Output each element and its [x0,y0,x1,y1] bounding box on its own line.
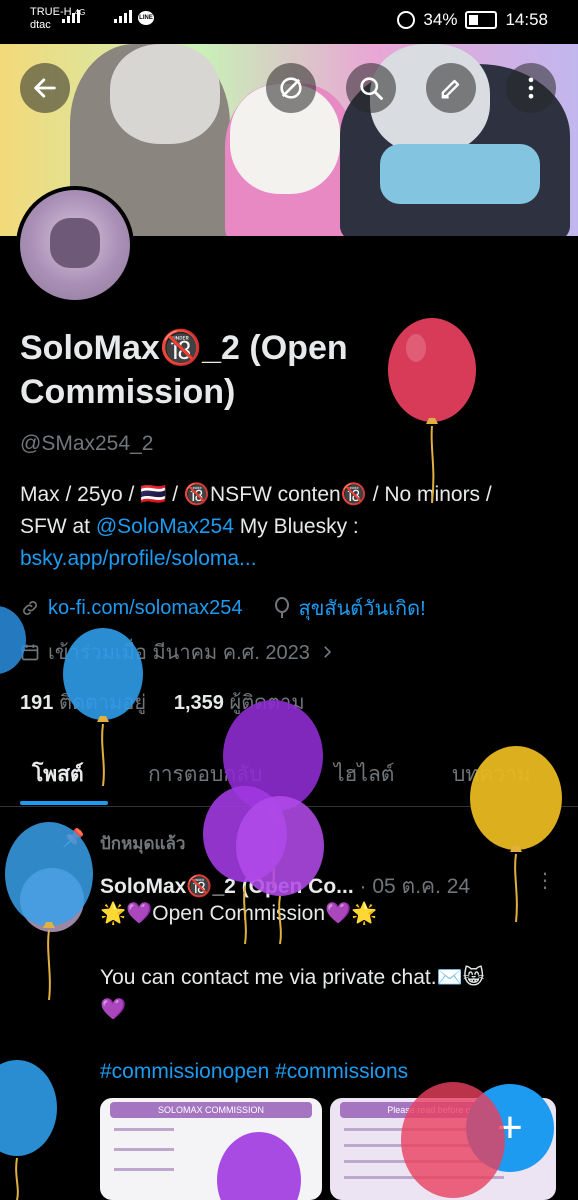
birthday-text[interactable]: สุขสันต์วันเกิด! [299,592,426,624]
username-handle: @SMax254_2 [20,432,154,455]
clock: 14:58 [505,10,548,29]
profile-meta-links: ko-fi.com/solomax254 สุขสันต์วันเกิด! [20,592,426,624]
edit-icon [441,79,460,99]
edit-button[interactable] [426,63,476,113]
media-1-title: SOLOMAX COMMISSION [110,1102,312,1118]
bio-text-2: My Bluesky : [233,515,359,538]
profile-avatar[interactable] [16,186,134,304]
birthday-balloon-blue-edge [0,606,26,674]
back-button[interactable] [20,63,70,113]
tab-highlights[interactable]: ไฮไลต์ [334,758,394,791]
birthday-balloon-red [388,318,476,504]
post-hashtags[interactable]: #commissionopen #commissions [100,1060,408,1084]
signal-icon [62,10,80,23]
more-vertical-icon [528,77,534,99]
slash-circle-icon [280,77,302,99]
line-app-icon: LINE [138,11,154,25]
banner-scarf [380,144,540,204]
display-name: SoloMax🔞_2 (Open Commission) [20,326,420,414]
birthday-balloon-pink [401,1082,505,1198]
bio-bluesky-link[interactable]: bsky.app/profile/soloma... [20,547,257,570]
following-count: 191 [20,692,54,714]
signal-icon-2 [114,10,132,23]
post-line-2: You can contact me via private chat.✉️😸 [100,966,485,989]
post-date: · 05 ต.ค. 24 [359,875,471,898]
search-icon [360,77,383,100]
search-button[interactable] [346,63,396,113]
bio-mention-link[interactable]: @SoloMax254 [96,515,234,538]
birthday-balloon-purple-4 [217,1132,301,1200]
battery-icon [465,11,498,29]
status-bar: TRUE-H 4G dtac LINE 34% 14:58 [0,0,578,44]
active-tab-indicator [20,801,108,805]
alarm-icon [397,11,416,29]
balloon-icon [274,597,289,618]
arrow-left-icon [34,78,56,98]
birthday-balloon-blue-2 [5,822,93,1001]
pinned-label: ปักหมุดแล้ว [100,834,186,853]
birthday-balloon-yellow [470,746,562,923]
birthday-balloon-blue-3 [0,1060,57,1200]
website-link[interactable]: ko-fi.com/solomax254 [48,597,243,620]
banner-character-left-head [110,44,220,144]
more-button[interactable] [506,63,556,113]
followers-count: 1,359 [173,692,224,714]
chevron-right-icon [324,646,332,658]
display-name-line-1: SoloMax🔞_2 (Open [20,329,348,367]
unblock-button[interactable] [266,63,316,113]
battery-percent: 34% [423,10,458,29]
display-name-line-2: Commission) [20,373,236,411]
birthday-balloon-purple-3 [236,796,324,945]
post-line-3: 💜 [100,998,127,1021]
birthday-balloon-blue-1 [63,628,143,787]
